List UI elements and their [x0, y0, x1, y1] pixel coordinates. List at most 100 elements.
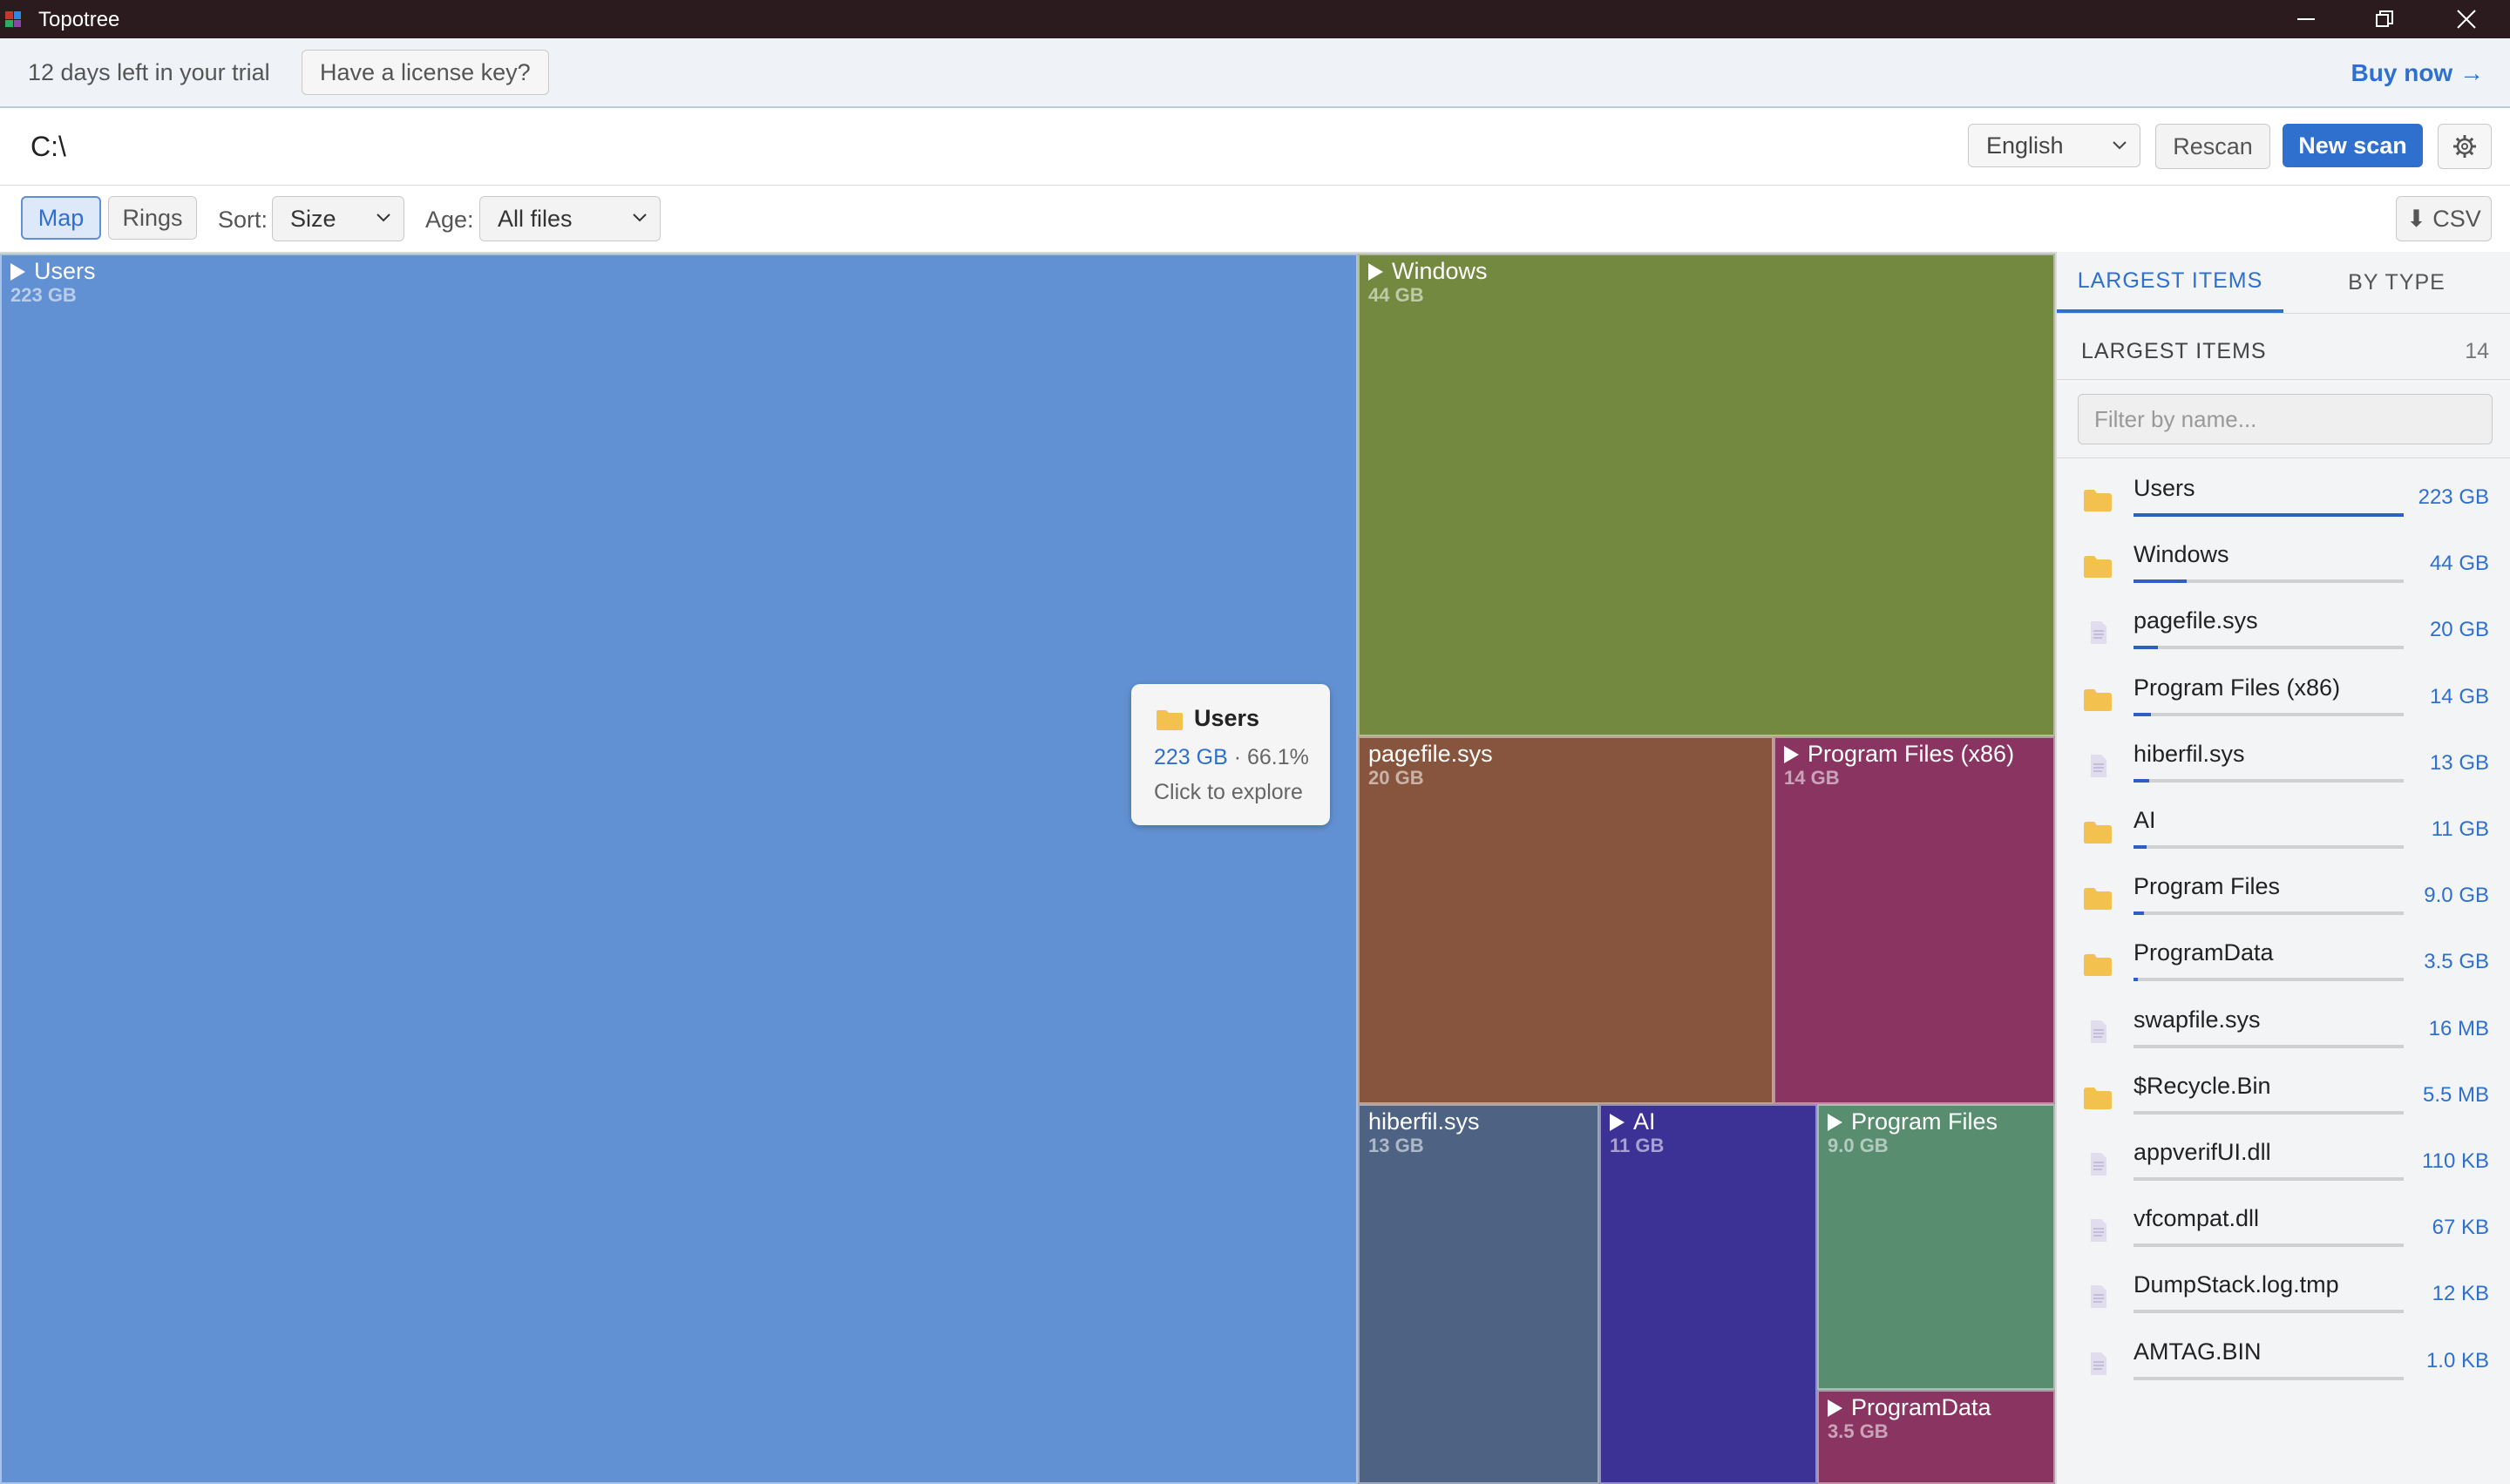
treemap-tile-hiberfil[interactable]: hiberfil.sys 13 GB: [1358, 1104, 1599, 1484]
list-item[interactable]: swapfile.sys 16 MB: [2057, 999, 2510, 1066]
list-item-size: 67 KB: [2432, 1216, 2489, 1240]
title-bar: Topotree: [0, 0, 2510, 38]
expand-triangle-icon: [10, 263, 25, 281]
size-bar: [2134, 712, 2404, 716]
list-item[interactable]: hiberfil.sys 13 GB: [2057, 734, 2510, 800]
tile-label: Program Files: [1828, 1108, 1998, 1135]
list-item[interactable]: AMTAG.BIN 1.0 KB: [2057, 1332, 2510, 1398]
minimize-icon: [2297, 18, 2315, 20]
tooltip-size: 223 GB: [1154, 745, 1228, 769]
list-item-size: 223 GB: [2418, 485, 2489, 509]
new-scan-button[interactable]: New scan: [2283, 124, 2423, 167]
treemap-tile-programdata[interactable]: ProgramData 3.5 GB: [1817, 1390, 2055, 1484]
treemap-tile-program-files[interactable]: Program Files 9.0 GB: [1817, 1104, 2055, 1390]
tile-label: Windows: [1368, 258, 1488, 285]
list-item[interactable]: Program Files (x86) 14 GB: [2057, 667, 2510, 734]
treemap: Users 223 GB Windows 44 GB pagefile.sys …: [0, 254, 2055, 1484]
settings-button[interactable]: [2438, 124, 2492, 169]
rescan-button[interactable]: Rescan: [2155, 124, 2270, 169]
folder-icon: [2084, 888, 2112, 911]
tooltip-name: Users: [1194, 705, 1260, 731]
list-item[interactable]: Program Files 9.0 GB: [2057, 866, 2510, 932]
size-bar-fill: [2134, 978, 2138, 982]
tile-label: ProgramData: [1828, 1394, 1991, 1421]
tile-label: pagefile.sys: [1368, 741, 1493, 767]
rings-view-button[interactable]: Rings: [108, 196, 197, 240]
gear-icon: [2453, 135, 2476, 158]
tab-by-type[interactable]: BY TYPE: [2283, 252, 2510, 313]
map-view-button[interactable]: Map: [21, 196, 101, 240]
expand-triangle-icon: [1784, 746, 1799, 763]
list-header: LARGEST ITEMS: [2081, 339, 2267, 363]
trial-banner: 12 days left in your trial Have a licens…: [0, 38, 2510, 108]
size-bar: [2134, 1110, 2404, 1115]
list-item-size: 14 GB: [2429, 684, 2489, 708]
list-item[interactable]: DumpStack.log.tmp 12 KB: [2057, 1264, 2510, 1331]
export-csv-button[interactable]: ⬇ CSV: [2396, 196, 2492, 241]
minimize-button[interactable]: [2268, 0, 2344, 38]
chevron-down-icon: [633, 213, 647, 222]
list-item-size: 110 KB: [2422, 1149, 2489, 1173]
list-item-size: 20 GB: [2429, 618, 2489, 642]
tile-size: 44 GB: [1368, 284, 1424, 306]
treemap-tile-windows[interactable]: Windows 44 GB: [1358, 254, 2055, 736]
list-item[interactable]: $Recycle.Bin 5.5 MB: [2057, 1066, 2510, 1132]
tile-label: Users: [10, 258, 96, 285]
list-item-name: Users: [2134, 475, 2195, 501]
license-key-button[interactable]: Have a license key?: [302, 50, 549, 95]
folder-icon: [2084, 822, 2112, 844]
age-label: Age:: [425, 207, 474, 233]
file-icon: [2091, 621, 2106, 645]
list-item[interactable]: pagefile.sys 20 GB: [2057, 600, 2510, 667]
filter-input[interactable]: [2078, 394, 2493, 444]
side-panel: LARGEST ITEMS BY TYPE LARGEST ITEMS 14 U…: [2055, 252, 2510, 1484]
tile-label: hiberfil.sys: [1368, 1108, 1480, 1135]
folder-icon: [2084, 954, 2112, 977]
sort-select[interactable]: Size: [272, 196, 404, 241]
treemap-tile-program-files-x86[interactable]: Program Files (x86) 14 GB: [1774, 736, 2055, 1104]
list-item[interactable]: vfcompat.dll 67 KB: [2057, 1198, 2510, 1264]
treemap-tile-pagefile[interactable]: pagefile.sys 20 GB: [1358, 736, 1774, 1104]
treemap-tile-ai[interactable]: AI 11 GB: [1599, 1104, 1817, 1484]
size-bar: [2134, 978, 2404, 982]
file-icon: [2091, 1153, 2106, 1176]
tooltip-separator: ·: [1227, 745, 1247, 769]
size-bar: [2134, 778, 2404, 783]
list-item[interactable]: Users 223 GB: [2057, 468, 2510, 534]
size-bar: [2134, 646, 2404, 650]
size-bar: [2134, 1376, 2404, 1380]
folder-icon: [1157, 710, 1183, 730]
close-button[interactable]: [2428, 0, 2505, 38]
list-item-name: Windows: [2134, 541, 2229, 568]
list-item[interactable]: AI 11 GB: [2057, 800, 2510, 866]
list-item[interactable]: appverifUI.dll 110 KB: [2057, 1132, 2510, 1198]
size-bar: [2134, 845, 2404, 849]
language-select[interactable]: English: [1968, 124, 2140, 167]
list-item-name: pagefile.sys: [2134, 607, 2258, 634]
tab-largest-items[interactable]: LARGEST ITEMS: [2057, 252, 2283, 313]
list-item[interactable]: Windows 44 GB: [2057, 534, 2510, 600]
tile-label: Program Files (x86): [1784, 741, 2014, 768]
current-path: C:\: [31, 131, 66, 162]
tooltip-hint: Click to explore: [1154, 780, 1303, 804]
treemap-tile-users[interactable]: Users 223 GB: [0, 254, 1358, 1484]
restore-button[interactable]: [2346, 0, 2423, 38]
folder-icon: [2084, 688, 2112, 711]
expand-triangle-icon: [1828, 1399, 1842, 1417]
list-item[interactable]: ProgramData 3.5 GB: [2057, 932, 2510, 999]
language-value: English: [1986, 132, 2064, 159]
buy-now-link[interactable]: Buy now →: [2351, 59, 2484, 87]
file-icon: [2091, 754, 2106, 777]
list-item-size: 16 MB: [2428, 1016, 2489, 1040]
folder-icon: [2084, 1087, 2112, 1109]
age-select[interactable]: All files: [479, 196, 661, 241]
list-item-name: AMTAG.BIN: [2134, 1338, 2262, 1365]
tile-size: 9.0 GB: [1828, 1135, 1889, 1156]
restore-icon: [2376, 10, 2393, 27]
size-bar: [2134, 1177, 2404, 1181]
list-item-size: 12 KB: [2432, 1282, 2489, 1306]
list-item-name: $Recycle.Bin: [2134, 1072, 2271, 1099]
tile-size: 223 GB: [10, 284, 77, 306]
size-bar-fill: [2134, 911, 2144, 916]
file-icon: [2091, 1020, 2106, 1043]
